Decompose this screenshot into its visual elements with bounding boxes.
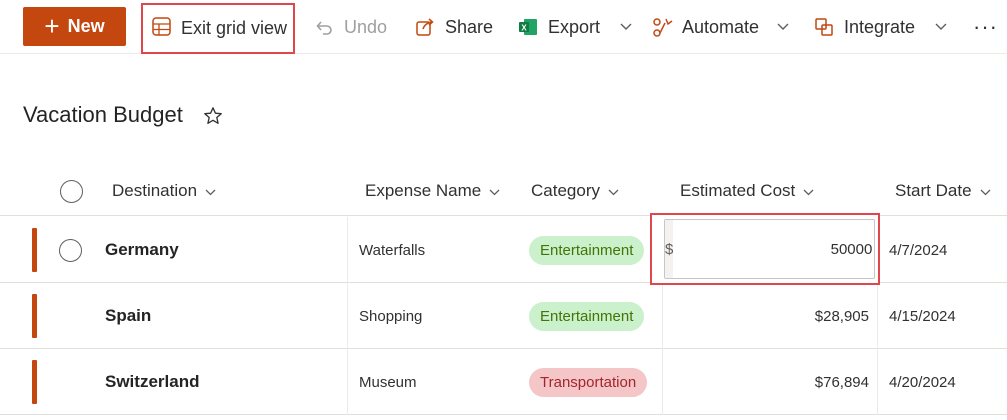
column-header-label: Category [531, 181, 600, 200]
destination-cell[interactable]: Germany [105, 217, 179, 283]
undo-button[interactable]: Undo [314, 0, 387, 54]
excel-icon: X [518, 17, 538, 37]
row-status-marker [32, 294, 37, 338]
chevron-down-icon [777, 23, 789, 31]
undo-icon [314, 17, 334, 37]
more-icon[interactable]: ··· [973, 14, 998, 40]
command-bar: + New Exit grid view Undo Share X Export [0, 0, 1007, 54]
currency-prefix: $ [665, 220, 674, 278]
column-header-start-date[interactable]: Start Date [895, 166, 991, 216]
chevron-down-icon [205, 181, 216, 201]
export-label: Export [548, 16, 601, 37]
column-header-label: Destination [112, 181, 198, 200]
integrate-icon [814, 17, 834, 37]
select-all-checkbox[interactable] [60, 166, 83, 216]
column-header-expense-name[interactable]: Expense Name [365, 166, 500, 216]
expense-name-cell[interactable]: Shopping [347, 283, 517, 349]
share-button[interactable]: Share [415, 0, 493, 54]
column-header-label: Start Date [895, 181, 972, 200]
start-date-cell[interactable]: 4/20/2024 [877, 349, 1007, 415]
table-row[interactable]: Switzerland Museum Transportation $76,89… [0, 349, 1007, 415]
column-header-destination[interactable]: Destination [112, 166, 216, 216]
integrate-button[interactable]: Integrate [814, 0, 947, 54]
estimated-cost-cell[interactable]: $76,894 [662, 349, 877, 415]
chevron-down-icon [620, 23, 632, 31]
automate-label: Automate [682, 16, 760, 37]
share-label: Share [445, 16, 494, 37]
expense-name-cell[interactable]: Museum [347, 349, 517, 415]
star-icon[interactable] [203, 106, 223, 131]
category-cell[interactable]: Entertainment [517, 283, 662, 349]
new-button[interactable]: + New [23, 7, 126, 46]
integrate-label: Integrate [844, 16, 916, 37]
estimated-cost-editor: $ [664, 219, 881, 279]
estimated-cost-cell[interactable]: $28,905 [662, 283, 877, 349]
column-header-label: Estimated Cost [680, 181, 796, 200]
category-pill: Transportation [529, 367, 648, 397]
column-header-estimated-cost[interactable]: Estimated Cost [680, 166, 814, 216]
page-title: Vacation Budget [23, 102, 183, 127]
row-select-checkbox[interactable] [59, 239, 82, 262]
chevron-down-icon [935, 23, 947, 31]
start-date-cell[interactable]: 4/7/2024 [877, 217, 1007, 283]
exit-grid-view-label: Exit grid view [181, 18, 288, 38]
destination-cell[interactable]: Spain [105, 283, 151, 349]
category-cell[interactable]: Transportation [517, 349, 662, 415]
plus-icon: + [44, 10, 60, 41]
chevron-down-icon [489, 181, 500, 201]
undo-label: Undo [344, 16, 388, 37]
chevron-down-icon [803, 181, 814, 201]
grid-icon [152, 16, 171, 41]
estimated-cost-input[interactable] [673, 220, 881, 278]
share-icon [415, 17, 435, 37]
row-status-marker [32, 228, 37, 272]
row-status-marker [32, 360, 37, 404]
start-date-cell[interactable]: 4/15/2024 [877, 283, 1007, 349]
automate-icon [652, 17, 674, 37]
category-cell[interactable]: Entertainment [517, 217, 662, 283]
svg-text:X: X [521, 24, 527, 33]
table-row[interactable]: Spain Shopping Entertainment $28,905 4/1… [0, 283, 1007, 349]
chevron-down-icon [608, 181, 619, 201]
new-button-label: New [67, 16, 105, 36]
estimated-cost-edit-highlight: $ [650, 213, 881, 285]
category-pill: Entertainment [529, 301, 645, 331]
automate-button[interactable]: Automate [652, 0, 789, 54]
column-header-label: Expense Name [365, 181, 482, 200]
category-pill: Entertainment [529, 235, 645, 265]
destination-cell[interactable]: Switzerland [105, 349, 199, 415]
chevron-down-icon [980, 181, 991, 201]
list-header: Destination Expense Name Category Estima… [0, 166, 1007, 216]
exit-grid-view-button[interactable]: Exit grid view [141, 3, 295, 54]
export-button[interactable]: X Export [518, 0, 632, 54]
expense-name-cell[interactable]: Waterfalls [347, 217, 517, 283]
column-header-category[interactable]: Category [531, 166, 619, 216]
